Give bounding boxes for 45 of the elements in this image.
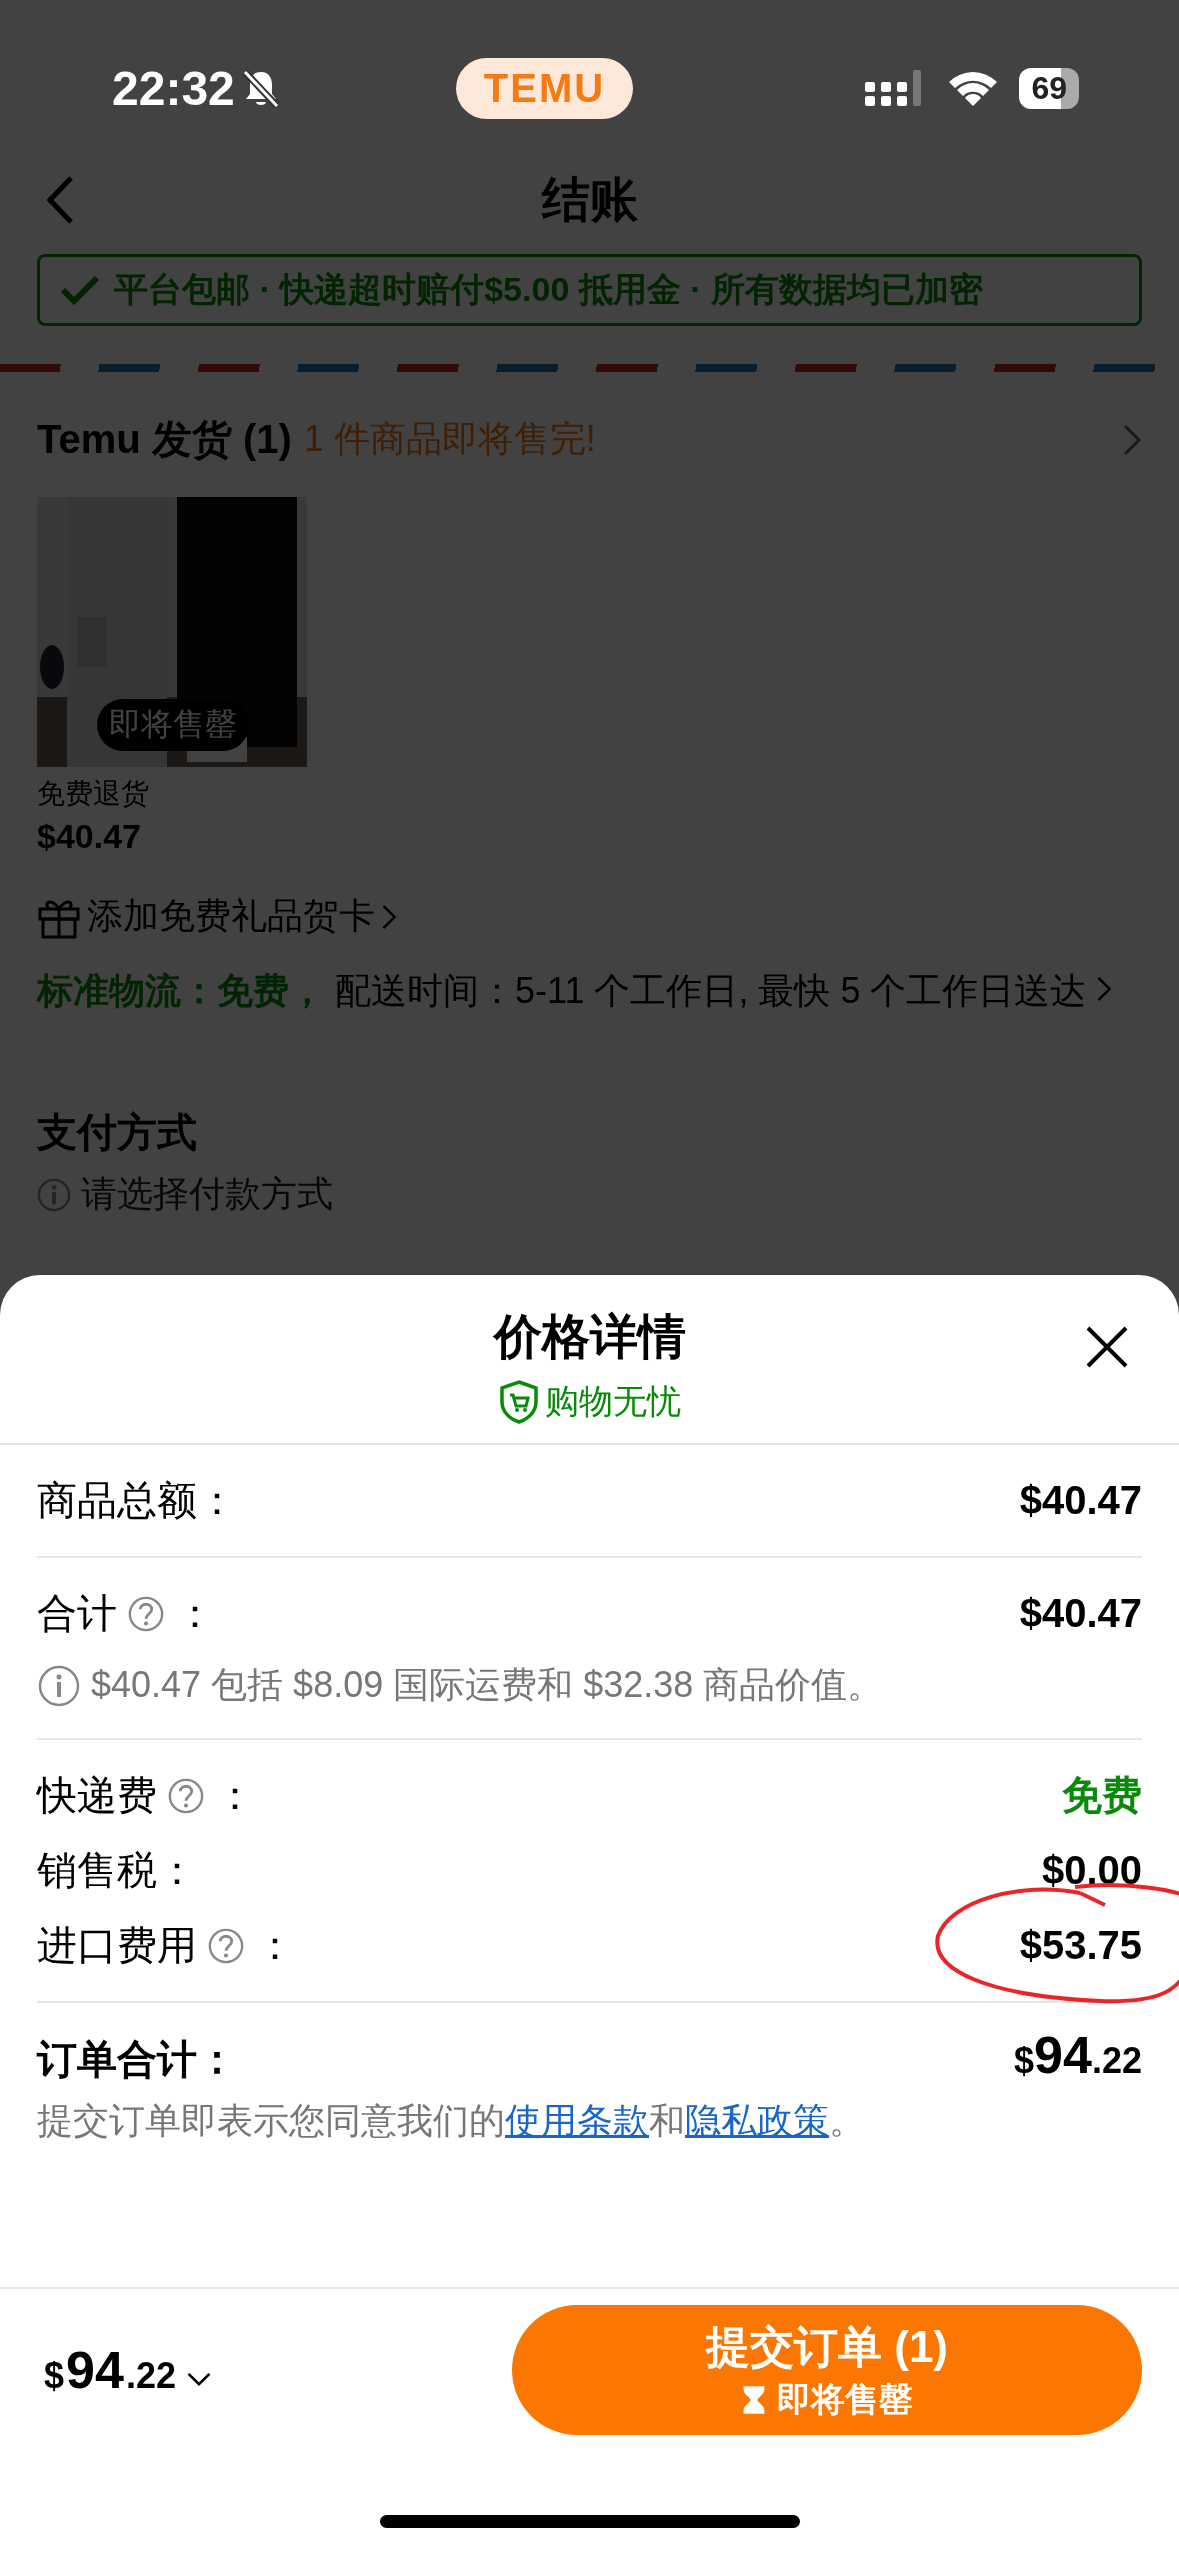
fee-note: $40.47 包括 $8.09 国际运费和 $32.38 商品价值。 [91,1663,884,1707]
shipping-detail: 配送时间：5-11 个工作日, 最快 5 个工作日送达 [335,970,1087,1011]
page-title: 结账 [541,172,638,228]
policy-link[interactable]: 隐私政策 [685,2100,829,2141]
fee-label: 商品总额： [37,1477,237,1524]
fee-value: $40.47 [1019,1591,1142,1635]
legal-text: 。 [829,2100,865,2141]
clock: 22:32 [112,60,235,116]
sheet-title: 价格详情 [493,1309,686,1365]
sheet-subtitle: 购物无忧 [544,1381,681,1422]
fee-label: 进口费用 [37,1922,197,1969]
close-icon[interactable] [1085,1325,1129,1369]
help-icon[interactable] [207,1926,245,1965]
fee-label: 销售税： [37,1847,197,1894]
legal-text: 和 [649,2100,685,2141]
fee-value: $53.75 [1019,1923,1142,1967]
total-label: 订单合计： [37,2036,237,2083]
info-icon [37,1663,81,1708]
payment-title: 支付方式 [37,1109,198,1156]
help-icon[interactable] [127,1594,165,1633]
shield-cart-icon [498,1380,539,1424]
fee-label: 合计 [37,1590,117,1637]
shipment-title: Temu 发货 (1) [37,416,292,463]
stock-notice: 1 件商品即将售完! [303,417,596,461]
shipping-label: 标准物流：免费， [37,970,325,1011]
colon: ： [255,1922,295,1969]
payment-hint: 请选择付款方式 [81,1172,333,1216]
caret-icon[interactable] [185,2370,212,2388]
legal-text: 提交订单即表示您同意我们的 [37,2100,505,2141]
app-badge: TEMU [455,57,634,119]
return-note: 免费退货 [37,777,150,811]
colon: ： [215,1772,255,1819]
fee-label: 快递费 [37,1772,157,1819]
fee-value: $40.47 [1019,1478,1142,1522]
total-amount: $94.22 [1014,2025,1142,2085]
fee-value: $0.00 [1041,1848,1142,1892]
fee-value: 免费 [1062,1773,1142,1817]
price-dropdown[interactable]: $94.22 [44,2340,212,2400]
battery-indicator: 69 [1019,67,1079,109]
hourglass-icon [741,2383,767,2416]
item-price: $40.47 [37,817,142,856]
colon: ： [175,1590,215,1637]
policy-link[interactable]: 使用条款 [505,2100,649,2141]
banner-text: 平台包邮 · 快递超时赔付$5.00 抵用金 · 所有数据均已加密 [114,269,983,310]
help-icon[interactable] [167,1776,205,1815]
